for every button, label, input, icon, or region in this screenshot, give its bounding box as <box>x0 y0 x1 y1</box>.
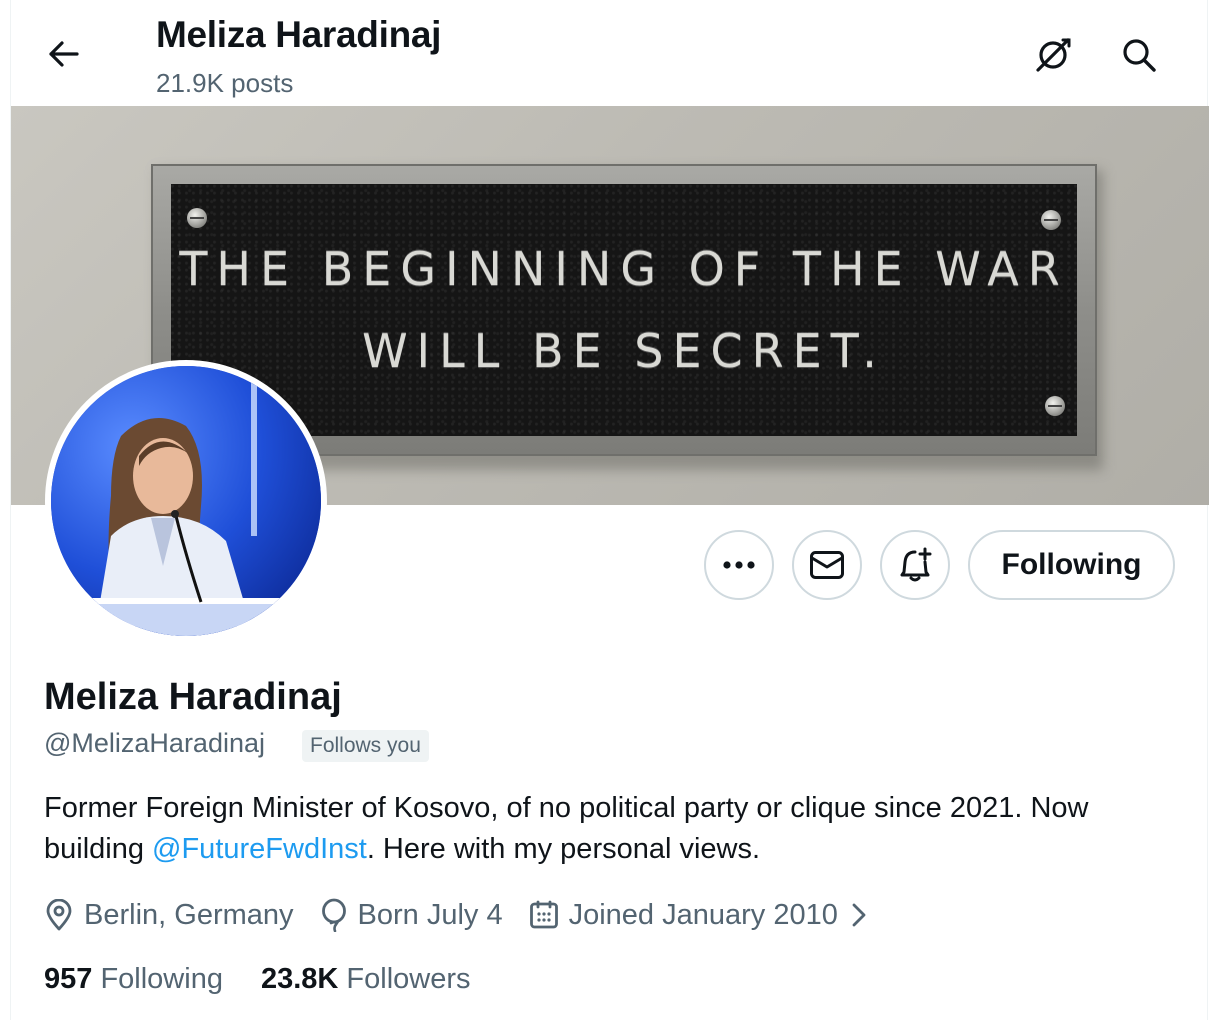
bio-mention-link[interactable]: @FutureFwdInst <box>152 833 367 865</box>
profile-column: Meliza Haradinaj 21.9K posts THE BEGINNI… <box>10 0 1209 1020</box>
profile-meta: Berlin, Germany Born July 4 Joined Janua… <box>44 893 894 937</box>
birthday-text: Born July 4 <box>357 898 503 931</box>
notifications-button[interactable] <box>880 530 950 600</box>
more-button[interactable] <box>704 530 774 600</box>
following-count: 957 <box>44 963 93 995</box>
meta-location: Berlin, Germany <box>44 899 294 932</box>
profile-header: Meliza Haradinaj 21.9K posts <box>11 0 1209 106</box>
search-icon <box>1123 39 1156 72</box>
plaque-text-line-2: WILL BE SECRET. <box>362 324 886 378</box>
screw <box>1045 396 1065 416</box>
grok-button[interactable] <box>1028 30 1078 80</box>
profile-bio: Former Foreign Minister of Kosovo, of no… <box>44 788 1184 870</box>
profile-stats: 957 Following 23.8K Followers <box>44 963 509 996</box>
screw <box>1041 210 1061 230</box>
location-text: Berlin, Germany <box>84 898 294 931</box>
envelope-icon <box>810 551 844 579</box>
location-pin-icon <box>46 899 72 931</box>
more-horizontal-icon <box>723 561 755 569</box>
screw <box>187 208 207 228</box>
plaque-face: THE BEGINNING OF THE WAR WILL BE SECRET. <box>171 184 1077 436</box>
followers-count-link[interactable]: 23.8K Followers <box>261 963 471 996</box>
bio-text: . Here with my personal views. <box>366 833 761 865</box>
profile-avatar[interactable] <box>45 360 327 642</box>
followers-label: Followers <box>346 963 471 995</box>
balloon-icon <box>321 898 346 932</box>
meta-birthday: Born July 4 <box>320 898 503 932</box>
header-post-count: 21.9K posts <box>156 68 294 98</box>
following-count-link[interactable]: 957 Following <box>44 963 223 996</box>
arrow-left-icon <box>49 41 79 67</box>
grok-icon <box>1036 38 1071 72</box>
search-button[interactable] <box>1114 30 1164 80</box>
meta-joined[interactable]: Joined January 2010 <box>529 899 868 932</box>
header-title: Meliza Haradinaj <box>156 14 442 55</box>
back-button[interactable] <box>39 29 89 79</box>
chevron-right-icon <box>852 903 866 927</box>
bell-plus-icon <box>900 547 932 582</box>
joined-text: Joined January 2010 <box>568 898 838 931</box>
profile-name: Meliza Haradinaj <box>44 676 342 718</box>
following-label: Following <box>100 963 223 995</box>
followers-count: 23.8K <box>260 963 339 995</box>
plaque-text-line-1: THE BEGINNING OF THE WAR <box>179 242 1069 296</box>
avatar-photo <box>51 366 321 636</box>
calendar-icon <box>529 900 558 929</box>
profile-handle: @MelizaHaradinaj <box>44 728 265 758</box>
follows-you-badge: Follows you <box>302 730 429 762</box>
following-button[interactable]: Following <box>968 530 1175 600</box>
message-button[interactable] <box>792 530 862 600</box>
